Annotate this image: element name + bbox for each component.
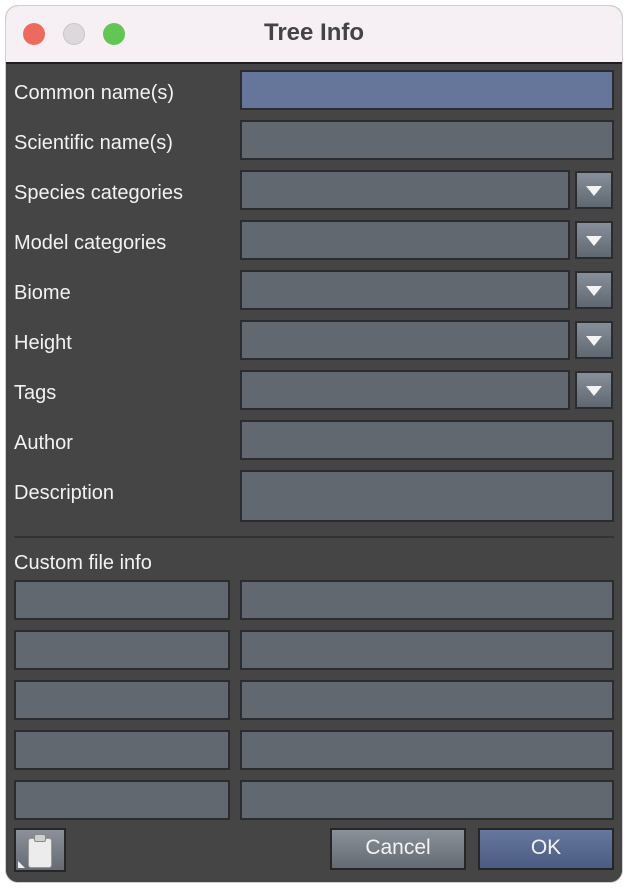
ok-button[interactable]: OK xyxy=(478,828,614,870)
height-input[interactable] xyxy=(240,320,570,360)
custom-info-key-input[interactable] xyxy=(14,780,230,820)
description-textarea[interactable] xyxy=(240,470,614,522)
height-dropdown-button[interactable] xyxy=(575,321,613,359)
corner-marker-icon xyxy=(18,861,25,868)
custom-info-key-input[interactable] xyxy=(14,730,230,770)
cancel-button[interactable]: Cancel xyxy=(330,828,466,870)
chevron-down-icon xyxy=(586,286,602,296)
custom-info-value-input[interactable] xyxy=(240,680,614,720)
model-categories-label: Model categories xyxy=(14,232,167,254)
custom-info-key-input[interactable] xyxy=(14,580,230,620)
chevron-down-icon xyxy=(586,236,602,246)
tree-info-dialog: Tree Info Common name(s) Scientific name… xyxy=(6,6,622,882)
model-categories-input[interactable] xyxy=(240,220,570,260)
model-categories-dropdown-button[interactable] xyxy=(575,221,613,259)
scientific-names-label: Scientific name(s) xyxy=(14,132,173,154)
custom-info-value-input[interactable] xyxy=(240,580,614,620)
custom-info-key-input[interactable] xyxy=(14,630,230,670)
custom-info-value-input[interactable] xyxy=(240,780,614,820)
clipboard-icon xyxy=(28,838,52,868)
species-categories-dropdown-button[interactable] xyxy=(575,171,613,209)
biome-dropdown-button[interactable] xyxy=(575,271,613,309)
common-names-label: Common name(s) xyxy=(14,82,175,104)
title-bar: Tree Info xyxy=(6,6,622,64)
height-label: Height xyxy=(14,332,72,354)
scientific-names-input[interactable] xyxy=(240,120,614,160)
chevron-down-icon xyxy=(586,336,602,346)
species-categories-label: Species categories xyxy=(14,182,183,204)
form-panel: Common name(s) Scientific name(s) Specie… xyxy=(6,64,622,882)
author-label: Author xyxy=(14,432,73,454)
paste-from-clipboard-button[interactable] xyxy=(14,828,66,872)
clipboard-clip-icon xyxy=(34,834,46,842)
biome-label: Biome xyxy=(14,282,71,304)
author-input[interactable] xyxy=(240,420,614,460)
window-title: Tree Info xyxy=(263,19,365,46)
common-names-input[interactable] xyxy=(240,70,614,110)
tags-label: Tags xyxy=(14,382,57,404)
tags-input[interactable] xyxy=(240,370,570,410)
section-divider xyxy=(14,536,614,538)
custom-info-value-input[interactable] xyxy=(240,730,614,770)
chevron-down-icon xyxy=(586,186,602,196)
custom-info-key-input[interactable] xyxy=(14,680,230,720)
custom-info-value-input[interactable] xyxy=(240,630,614,670)
chevron-down-icon xyxy=(586,386,602,396)
description-label: Description xyxy=(14,482,115,504)
custom-file-info-heading: Custom file info xyxy=(14,552,152,574)
species-categories-input[interactable] xyxy=(240,170,570,210)
tags-dropdown-button[interactable] xyxy=(575,371,613,409)
biome-input[interactable] xyxy=(240,270,570,310)
